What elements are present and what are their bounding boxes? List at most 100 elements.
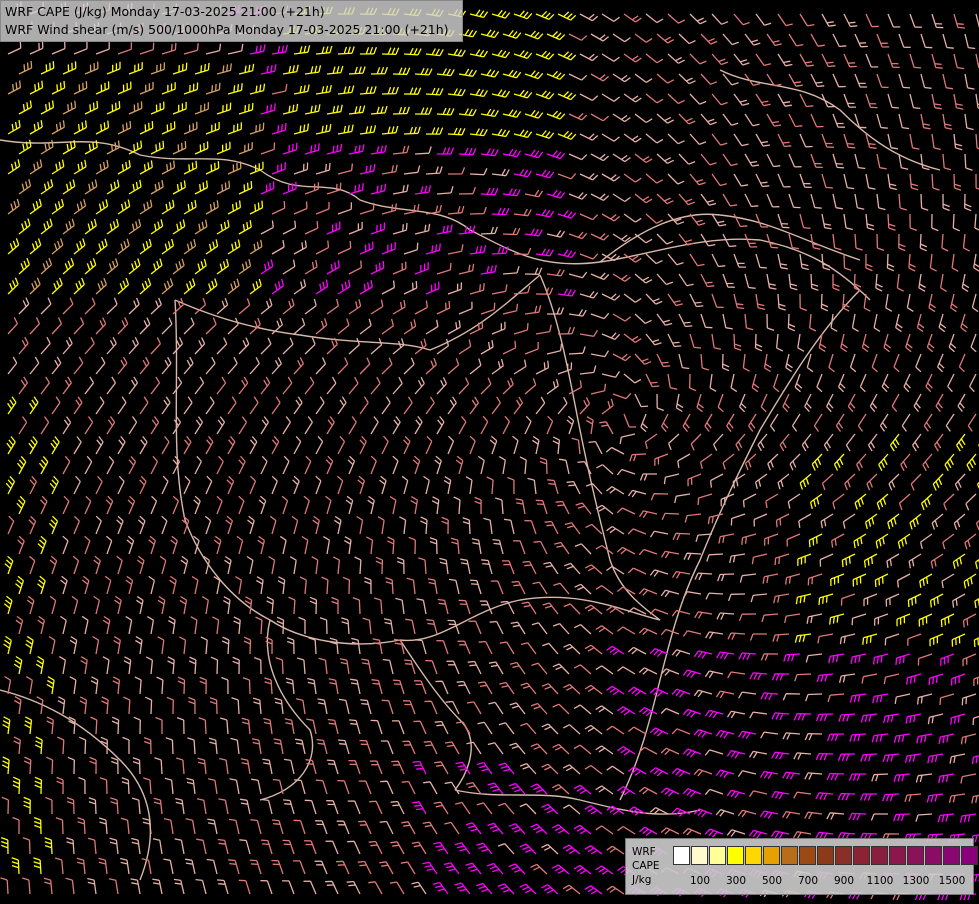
wind-barb <box>382 87 398 94</box>
wind-barb <box>972 794 979 803</box>
wind-barb <box>800 54 814 66</box>
wind-barb <box>123 737 130 754</box>
wind-barb <box>448 397 456 414</box>
wind-barb <box>30 199 41 214</box>
wind-barb <box>580 366 596 374</box>
wind-barb <box>195 102 208 114</box>
wind-barb <box>866 134 877 148</box>
wind-barb <box>323 537 329 554</box>
wind-barb <box>661 828 679 834</box>
wind-barb <box>173 102 186 114</box>
wind-barb <box>85 377 94 394</box>
wind-barb <box>778 54 792 66</box>
wind-barb <box>448 49 465 56</box>
wind-barb <box>160 556 166 574</box>
wind-barb <box>761 693 778 700</box>
wind-barb <box>89 798 96 814</box>
wind-barb <box>657 74 674 83</box>
wind-barb <box>404 660 415 674</box>
wind-barb <box>448 244 463 254</box>
wind-barb <box>683 414 690 432</box>
wind-barb <box>641 414 648 432</box>
wind-barb <box>585 806 602 814</box>
wind-barb <box>179 637 185 654</box>
wind-barb <box>195 417 203 434</box>
wind-barb <box>961 314 968 332</box>
wind-barb <box>85 337 94 354</box>
wind-barb <box>262 800 272 815</box>
wind-barb <box>264 678 272 694</box>
wind-barb <box>965 114 974 130</box>
wind-barb <box>512 582 525 595</box>
wind-barb <box>563 685 580 695</box>
wind-barb <box>239 417 247 434</box>
wind-barb <box>247 557 253 575</box>
wind-barb <box>41 377 49 394</box>
wind-barb <box>932 14 943 28</box>
wind-barb <box>639 550 657 555</box>
wind-barb <box>683 631 701 637</box>
wind-barb <box>778 134 791 147</box>
wind-barb <box>906 714 921 724</box>
wind-barb <box>513 436 519 454</box>
wind-barb <box>118 476 124 494</box>
wind-barb <box>599 422 613 434</box>
wind-barb <box>63 180 75 195</box>
wind-barb <box>888 214 896 230</box>
wind-barb <box>563 805 580 814</box>
wind-barb <box>569 232 587 239</box>
wind-barb <box>962 734 977 744</box>
wind-barb <box>745 274 756 288</box>
wind-barb <box>490 622 503 635</box>
wind-barb <box>488 702 503 714</box>
wind-barb <box>253 698 261 714</box>
wind-barb <box>690 334 701 348</box>
wind-barb <box>200 677 207 694</box>
wind-barb <box>800 174 812 187</box>
wind-barb <box>63 536 68 554</box>
wind-barb <box>231 738 240 754</box>
wind-barb <box>162 476 168 494</box>
wind-barb <box>536 91 554 99</box>
wind-barb <box>250 397 258 414</box>
wind-barb <box>591 114 609 121</box>
wind-barb <box>894 354 899 372</box>
wind-barb <box>448 167 465 174</box>
wind-barb <box>811 74 824 87</box>
wind-barb <box>371 223 385 235</box>
wind-barb <box>899 194 907 210</box>
wind-barb <box>975 214 979 231</box>
wind-barb <box>730 554 745 563</box>
wind-barb <box>824 434 833 451</box>
wind-barb <box>107 337 116 354</box>
wind-barb <box>218 840 228 855</box>
wind-barb <box>650 768 668 776</box>
wind-barb <box>607 686 624 694</box>
wind-barb <box>19 179 31 194</box>
wind-barb <box>217 181 230 194</box>
wind-barb <box>690 94 706 104</box>
wind-barb <box>543 603 558 614</box>
wind-barb <box>898 534 910 549</box>
wind-barb <box>712 254 725 267</box>
wind-barb <box>786 354 793 372</box>
wind-barb <box>481 70 499 78</box>
wind-barb <box>591 351 609 357</box>
wind-barb <box>662 414 668 432</box>
wind-barb <box>896 314 903 332</box>
wind-barb <box>477 843 493 854</box>
wind-barb <box>811 34 825 46</box>
wind-barb <box>827 774 844 781</box>
wind-barb <box>333 557 339 574</box>
wind-barb <box>964 234 970 251</box>
wind-barb <box>470 89 487 96</box>
wind-barb <box>888 174 897 190</box>
wind-barb <box>679 74 696 84</box>
wind-barb <box>585 846 602 854</box>
wind-barb <box>151 496 157 514</box>
wind-barb <box>118 436 125 454</box>
wind-barb <box>503 30 521 38</box>
wind-barb <box>767 114 781 126</box>
wind-barb <box>673 572 690 579</box>
wind-barb <box>423 782 437 794</box>
